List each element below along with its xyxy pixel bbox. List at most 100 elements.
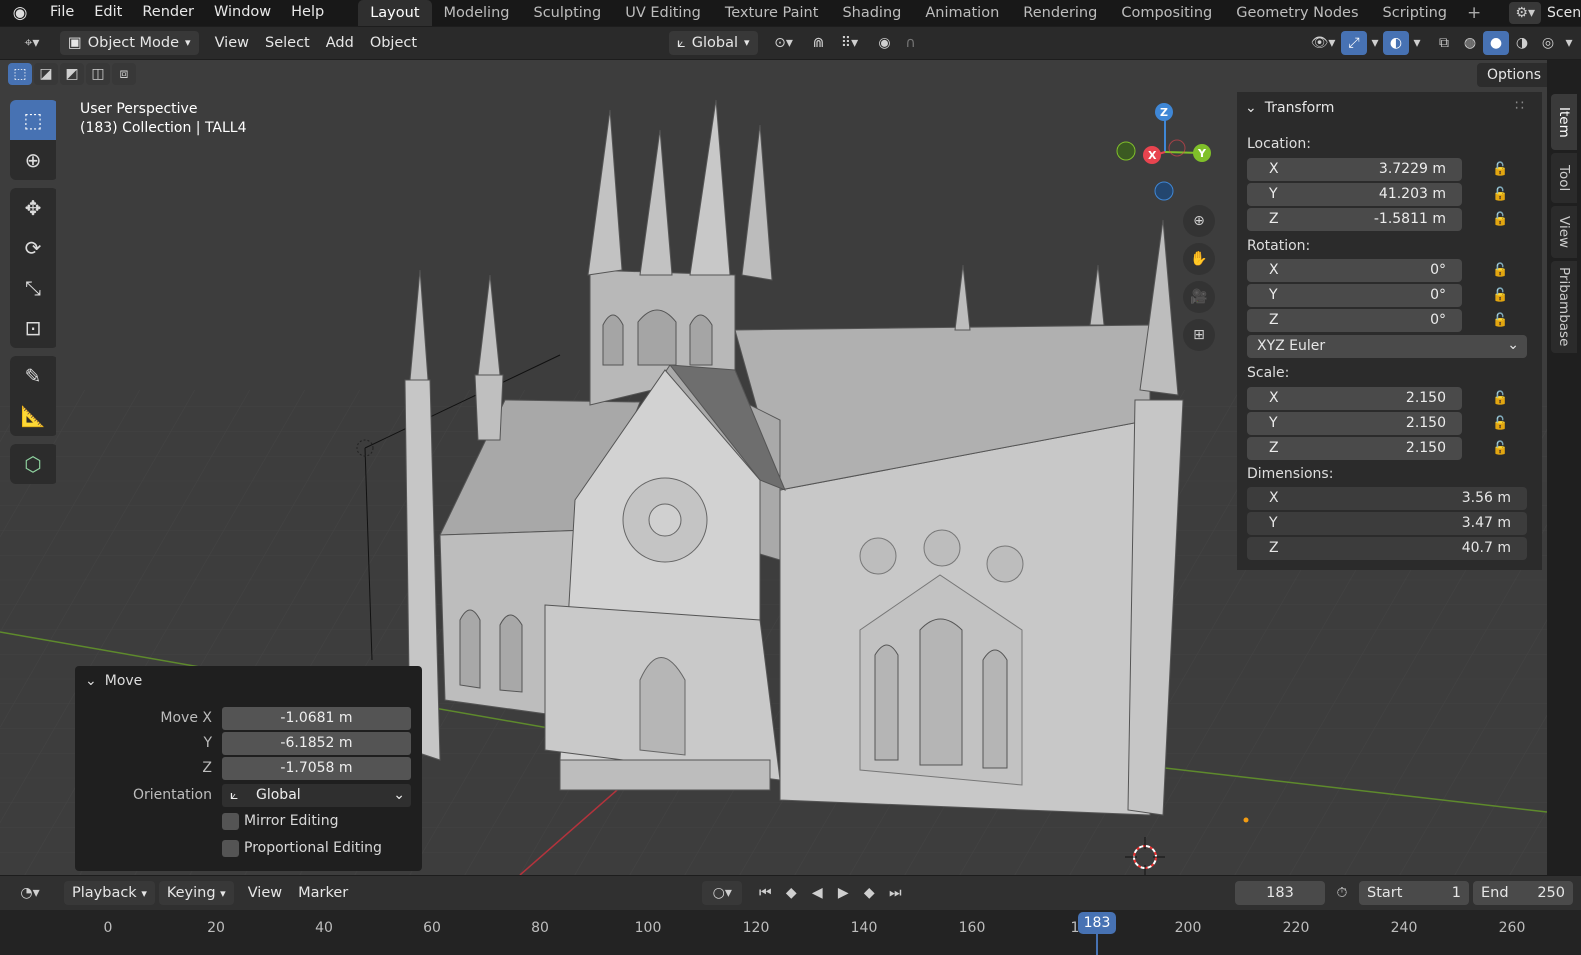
lock-icon[interactable]: 🔓 <box>1492 263 1508 278</box>
camera-view-icon[interactable]: 🎥 <box>1183 281 1215 313</box>
shading-dropdown-icon[interactable]: ▾ <box>1561 31 1577 55</box>
timeline-view-menu[interactable]: View <box>240 881 290 905</box>
navigation-gizmo[interactable]: Z Y X <box>1110 100 1220 205</box>
location-z-field[interactable]: Z -1.5811 m <box>1247 208 1462 231</box>
lock-icon[interactable]: 🔓 <box>1492 187 1508 202</box>
falloff-icon[interactable]: ∩ <box>898 31 924 55</box>
drag-handle-icon[interactable]: ∷ <box>1515 98 1524 114</box>
overlays-dropdown-icon[interactable]: ▾ <box>1409 31 1425 55</box>
tab-pribambase[interactable]: Pribambase <box>1551 261 1577 353</box>
prev-keyframe-icon[interactable]: ◆ <box>778 881 804 905</box>
transform-tool-icon[interactable]: ⊡ <box>10 308 56 348</box>
rotation-x-field[interactable]: X 0° <box>1247 259 1462 282</box>
menu-edit[interactable]: Edit <box>84 0 132 26</box>
ortho-toggle-icon[interactable]: ⊞ <box>1183 319 1215 351</box>
rendered-shading-icon[interactable]: ◎ <box>1535 31 1561 55</box>
end-frame-field[interactable]: End 250 <box>1473 881 1573 905</box>
rotate-tool-icon[interactable]: ⟳ <box>10 228 56 268</box>
mirror-editing-checkbox[interactable] <box>222 813 239 830</box>
orientation-dropdown[interactable]: ⟀ Global ⌄ <box>222 784 411 807</box>
snap-target-icon[interactable]: ⠿▾ <box>832 31 868 55</box>
scene-selector-icon[interactable]: ⚙▾ <box>1509 2 1541 24</box>
tab-compositing[interactable]: Compositing <box>1109 0 1224 26</box>
menu-window[interactable]: Window <box>204 0 281 26</box>
lock-icon[interactable]: 🔓 <box>1492 416 1508 431</box>
zoom-icon[interactable]: ⊕ <box>1183 205 1215 237</box>
menu-view[interactable]: View <box>207 31 257 55</box>
solid-shading-icon[interactable]: ● <box>1483 31 1509 55</box>
tab-geometry-nodes[interactable]: Geometry Nodes <box>1224 0 1370 26</box>
lock-icon[interactable]: 🔓 <box>1492 162 1508 177</box>
tab-modeling[interactable]: Modeling <box>432 0 522 26</box>
lock-icon[interactable]: 🔓 <box>1492 313 1508 328</box>
tab-sculpting[interactable]: Sculpting <box>521 0 613 26</box>
menu-render[interactable]: Render <box>132 0 204 26</box>
select-invert-icon[interactable]: ◫ <box>86 63 110 85</box>
playback-dropdown[interactable]: Playback ▾ <box>64 881 155 905</box>
tab-animation[interactable]: Animation <box>913 0 1011 26</box>
menu-add[interactable]: Add <box>318 31 362 55</box>
blender-logo-icon[interactable]: ◉ <box>0 3 40 23</box>
move-panel-header[interactable]: ⌄ Move <box>85 673 142 689</box>
add-cube-tool-icon[interactable]: ⬡ <box>10 444 56 484</box>
menu-object[interactable]: Object <box>362 31 425 55</box>
play-reverse-icon[interactable]: ◀ <box>804 881 830 905</box>
tab-scripting[interactable]: Scripting <box>1371 0 1459 26</box>
dimensions-y-field[interactable]: Y 3.47 m <box>1247 512 1527 535</box>
proportional-editing-icon[interactable]: ◉ <box>872 31 898 55</box>
frame-ruler[interactable]: 0 20 40 60 80 100 120 140 160 1 200 220 … <box>0 910 1581 955</box>
lock-icon[interactable]: 🔓 <box>1492 212 1508 227</box>
wireframe-shading-icon[interactable]: ◍ <box>1457 31 1483 55</box>
select-box-tool-icon[interactable]: ⬚ <box>10 100 56 140</box>
cursor-tool-icon[interactable]: ⊕ <box>10 140 56 180</box>
select-intersect-icon[interactable]: ⧈ <box>112 63 136 85</box>
proportional-editing-checkbox[interactable] <box>222 840 239 857</box>
dimensions-z-field[interactable]: Z 40.7 m <box>1247 537 1527 560</box>
gizmo-dropdown-icon[interactable]: ▾ <box>1367 31 1383 55</box>
mode-dropdown[interactable]: ▣ Object Mode ▾ <box>60 31 199 55</box>
scale-y-field[interactable]: Y 2.150 <box>1247 412 1462 435</box>
measure-tool-icon[interactable]: 📐 <box>10 396 56 436</box>
move-z-field[interactable]: -1.7058 m <box>222 757 411 780</box>
menu-file[interactable]: File <box>40 0 84 26</box>
pivot-point-icon[interactable]: ⊙▾ <box>766 31 802 55</box>
gizmo-toggle-icon[interactable]: ⤢ <box>1341 31 1367 55</box>
tab-layout[interactable]: Layout <box>358 0 432 26</box>
location-x-field[interactable]: X 3.7229 m <box>1247 158 1462 181</box>
lock-icon[interactable]: 🔓 <box>1492 441 1508 456</box>
dimensions-x-field[interactable]: X 3.56 m <box>1247 487 1527 510</box>
lock-icon[interactable]: 🔓 <box>1492 391 1508 406</box>
next-keyframe-icon[interactable]: ◆ <box>856 881 882 905</box>
editor-type-icon[interactable]: ⌖▾ <box>14 31 50 55</box>
tab-texture-paint[interactable]: Texture Paint <box>713 0 831 26</box>
tab-rendering[interactable]: Rendering <box>1011 0 1109 26</box>
annotate-tool-icon[interactable]: ✎ <box>10 356 56 396</box>
tab-shading[interactable]: Shading <box>830 0 913 26</box>
overlays-toggle-icon[interactable]: ◐ <box>1383 31 1409 55</box>
tab-view[interactable]: View <box>1551 206 1577 258</box>
add-workspace-icon[interactable]: + <box>1459 3 1489 23</box>
tab-uv-editing[interactable]: UV Editing <box>613 0 713 26</box>
current-frame-field[interactable]: 183 <box>1235 881 1325 905</box>
auto-keying-icon[interactable]: ○▾ <box>702 881 743 905</box>
start-frame-field[interactable]: Start 1 <box>1359 881 1469 905</box>
rotation-mode-dropdown[interactable]: XYZ Euler ⌄ <box>1247 335 1527 358</box>
menu-select[interactable]: Select <box>257 31 318 55</box>
move-y-field[interactable]: -6.1852 m <box>222 732 411 755</box>
rotation-z-field[interactable]: Z 0° <box>1247 309 1462 332</box>
keying-dropdown[interactable]: Keying ▾ <box>158 881 234 905</box>
visibility-eye-icon[interactable]: 👁▾ <box>1305 31 1341 55</box>
select-extend-icon[interactable]: ◪ <box>34 63 58 85</box>
tab-tool[interactable]: Tool <box>1551 153 1577 203</box>
pan-hand-icon[interactable]: ✋ <box>1183 243 1215 275</box>
timeline-editor-type-icon[interactable]: ◔▾ <box>12 881 48 905</box>
options-dropdown[interactable]: Options ▾ <box>1477 63 1547 106</box>
play-icon[interactable]: ▶ <box>830 881 856 905</box>
material-shading-icon[interactable]: ◑ <box>1509 31 1535 55</box>
move-tool-icon[interactable]: ✥ <box>10 188 56 228</box>
playhead[interactable]: 183 <box>1078 912 1116 934</box>
rotation-y-field[interactable]: Y 0° <box>1247 284 1462 307</box>
scale-tool-icon[interactable]: ⤡ <box>10 268 56 308</box>
jump-start-icon[interactable]: ⏮ <box>752 881 778 905</box>
scene-name[interactable]: Scen <box>1541 5 1581 21</box>
